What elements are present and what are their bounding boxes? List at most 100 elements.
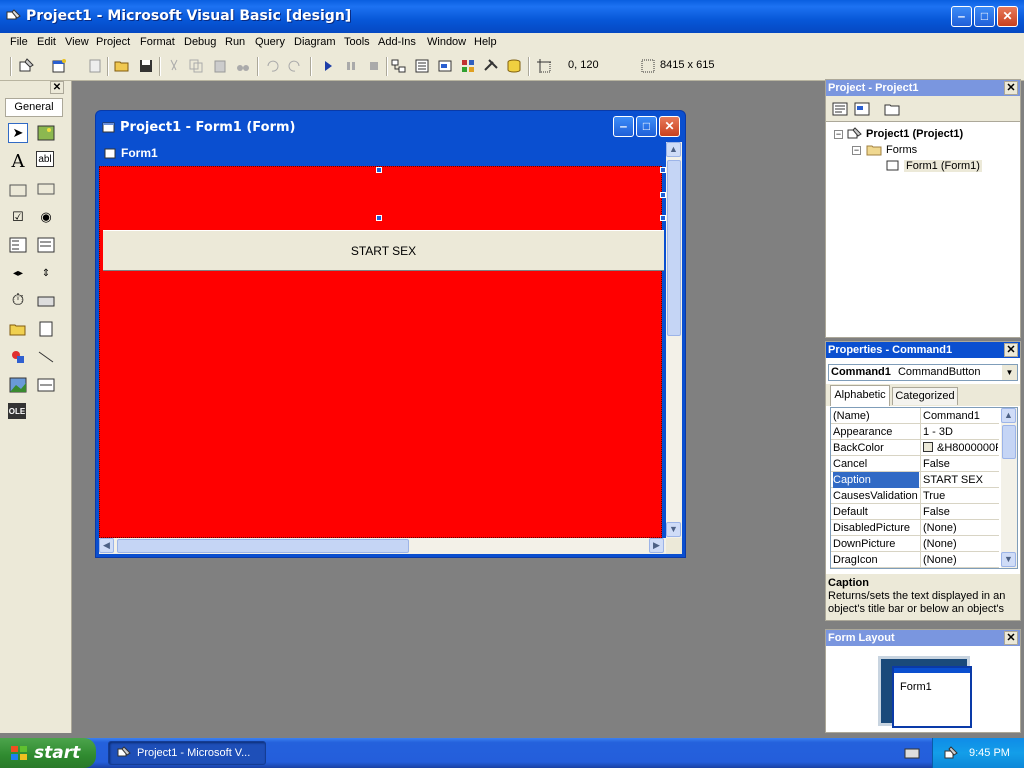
shape-tool-icon[interactable] — [8, 347, 28, 367]
dropdown-arrow-icon[interactable]: ▼ — [1002, 365, 1017, 380]
property-value[interactable]: &H8000000F — [920, 440, 998, 456]
form1-caption-bar[interactable]: Form1 — [99, 142, 682, 166]
drivelistbox-tool-icon[interactable] — [36, 291, 56, 311]
frame-tool-icon[interactable] — [8, 179, 28, 199]
menu-help[interactable]: Help — [474, 36, 497, 48]
data-view-icon[interactable] — [506, 58, 522, 74]
menu-run[interactable]: Run — [225, 36, 245, 48]
form-layout-header[interactable]: Form Layout ✕ — [826, 630, 1020, 646]
open-folder-icon[interactable] — [114, 58, 130, 74]
property-value[interactable]: False — [920, 504, 998, 520]
property-row[interactable]: DragIcon (None) — [831, 552, 999, 568]
form1-layout-preview[interactable]: Form1 — [892, 666, 972, 728]
main-title-bar[interactable]: Project1 - Microsoft Visual Basic [desig… — [0, 0, 1024, 33]
combobox-tool-icon[interactable] — [8, 235, 28, 255]
tab-categorized[interactable]: Categorized — [892, 387, 958, 405]
vertical-scroll-thumb[interactable] — [667, 160, 681, 336]
resize-handle[interactable] — [376, 215, 382, 221]
break-icon[interactable] — [343, 58, 359, 74]
property-row[interactable]: Cancel False — [831, 456, 999, 472]
add-form-icon[interactable] — [51, 58, 67, 74]
property-row[interactable]: Appearance 1 - 3D — [831, 424, 999, 440]
undo-icon[interactable] — [264, 58, 280, 74]
form-designer-window[interactable]: Project1 - Form1 (Form) ‒ □ ✕ Form1 STAR… — [95, 110, 686, 558]
menu-edit[interactable]: Edit — [37, 36, 56, 48]
start-button[interactable]: start — [0, 738, 96, 768]
property-value[interactable]: True — [920, 488, 998, 504]
line-tool-icon[interactable] — [36, 347, 56, 367]
project-panel-close-icon[interactable]: ✕ — [1004, 81, 1018, 95]
find-icon[interactable] — [235, 58, 251, 74]
properties-panel-close-icon[interactable]: ✕ — [1004, 343, 1018, 357]
form-vertical-scrollbar[interactable]: ▲ ▼ — [666, 142, 682, 538]
property-value[interactable]: (None) — [920, 552, 998, 568]
object-browser-icon[interactable] — [460, 58, 476, 74]
ole-tool-icon[interactable]: OLE — [8, 403, 26, 419]
tree-item-project1[interactable]: Project1 (Project1) — [866, 128, 963, 140]
property-row[interactable]: (Name) Command1 — [831, 408, 999, 424]
listbox-tool-icon[interactable] — [36, 235, 56, 255]
form-maximize-button[interactable]: □ — [636, 116, 657, 137]
toolbox-icon[interactable] — [483, 58, 499, 74]
form1-canvas[interactable]: START SEX — [99, 166, 664, 538]
menu-query[interactable]: Query — [255, 36, 285, 48]
view-object-icon[interactable] — [854, 101, 870, 117]
properties-panel-header[interactable]: Properties - Command1 ✕ — [826, 342, 1020, 358]
scroll-down-icon[interactable]: ▼ — [666, 522, 681, 537]
menu-window[interactable]: Window — [427, 36, 466, 48]
property-grid-scrollbar[interactable]: ▲ ▼ — [1001, 408, 1017, 568]
scroll-down-icon[interactable]: ▼ — [1001, 552, 1016, 567]
taskbar-item-vb[interactable]: Project1 - Microsoft V... — [108, 741, 266, 765]
save-icon[interactable] — [138, 58, 154, 74]
hscrollbar-tool-icon[interactable]: ◂▸ — [8, 263, 28, 283]
command1-button[interactable]: START SEX — [103, 230, 664, 271]
dirlistbox-tool-icon[interactable] — [8, 319, 28, 339]
form-minimize-button[interactable]: ‒ — [613, 116, 634, 137]
tree-collapse-icon[interactable]: − — [834, 130, 843, 139]
menu-debug[interactable]: Debug — [184, 36, 216, 48]
label-tool-icon[interactable]: A — [8, 151, 28, 172]
textbox-tool-icon[interactable]: abl — [36, 151, 54, 167]
network-icon[interactable] — [943, 745, 959, 761]
horizontal-scroll-thumb[interactable] — [117, 539, 409, 553]
redo-icon[interactable] — [287, 58, 303, 74]
form-layout-icon[interactable] — [437, 58, 453, 74]
property-row[interactable]: DownPicture (None) — [831, 536, 999, 552]
maximize-button[interactable]: □ — [974, 6, 995, 27]
toolbox-tab-general[interactable]: General — [5, 98, 63, 117]
object-selector[interactable]: Command1 CommandButton ▼ — [828, 364, 1018, 381]
toolbox-close-icon[interactable]: ✕ — [50, 81, 64, 94]
property-row[interactable]: Default False — [831, 504, 999, 520]
menu-view[interactable]: View — [65, 36, 89, 48]
checkbox-tool-icon[interactable]: ☑ — [8, 207, 28, 227]
timer-tool-icon[interactable]: ⏱ — [8, 291, 28, 311]
tree-item-form1[interactable]: Form1 (Form1) — [904, 160, 982, 172]
scroll-left-icon[interactable]: ◀ — [99, 538, 114, 553]
property-row[interactable]: BackColor &H8000000F — [831, 440, 999, 456]
property-value[interactable]: False — [920, 456, 998, 472]
form-close-button[interactable]: ✕ — [659, 116, 680, 137]
start-run-icon[interactable] — [320, 58, 336, 74]
property-value[interactable]: (None) — [920, 536, 998, 552]
commandbutton-tool-icon[interactable] — [36, 179, 56, 199]
menu-diagram[interactable]: Diagram — [294, 36, 336, 48]
copy-icon[interactable] — [188, 58, 204, 74]
menu-file[interactable]: File — [10, 36, 28, 48]
scroll-up-icon[interactable]: ▲ — [1001, 408, 1016, 423]
property-value[interactable]: (None) — [920, 520, 998, 536]
property-value[interactable]: START SEX — [920, 472, 998, 488]
vscrollbar-tool-icon[interactable]: ⇕ — [36, 263, 56, 283]
menu-tools[interactable]: Tools — [344, 36, 370, 48]
image-tool-icon[interactable] — [8, 375, 28, 395]
keyboard-icon[interactable] — [904, 746, 920, 760]
resize-handle[interactable] — [376, 167, 382, 173]
property-row[interactable]: DisabledPicture (None) — [831, 520, 999, 536]
add-project-icon[interactable] — [18, 58, 34, 74]
view-code-icon[interactable] — [832, 101, 848, 117]
optionbutton-tool-icon[interactable]: ◉ — [36, 207, 56, 227]
property-row[interactable]: CausesValidation True — [831, 488, 999, 504]
project-panel-header[interactable]: Project - Project1 ✕ — [826, 80, 1020, 96]
property-value[interactable]: Command1 — [920, 408, 998, 424]
cut-icon[interactable] — [166, 58, 182, 74]
toolbar-grip[interactable] — [10, 57, 12, 76]
